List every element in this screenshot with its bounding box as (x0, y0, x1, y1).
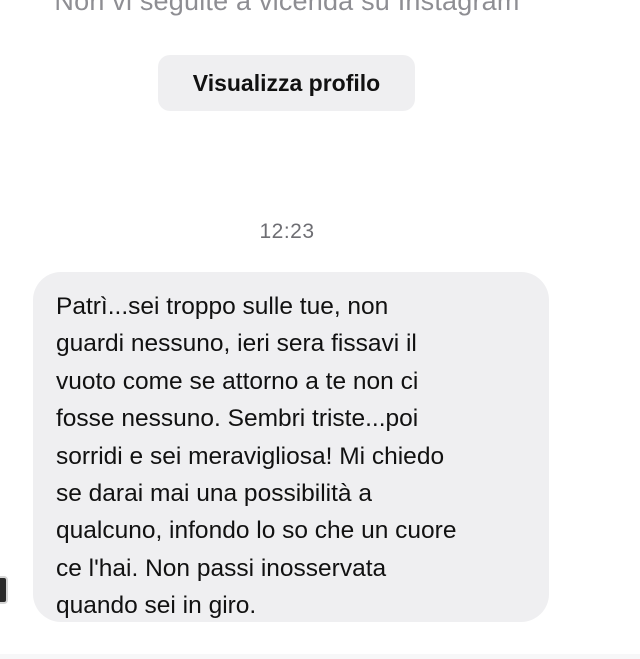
message-line: fosse nessuno. Sembri triste...poi (56, 405, 419, 433)
follow-status-note: Non vi seguite a vicenda su Instagram (54, 0, 520, 16)
dm-thread: Non vi seguite a vicenda su Instagram Vi… (0, 0, 640, 659)
sender-avatar[interactable] (0, 576, 8, 604)
message-line: quando sei in giro. (56, 592, 257, 620)
message-line: ce l'hai. Non passi inosservata (56, 554, 387, 582)
message-line: guardi nessuno, ieri sera fissavi il (56, 330, 417, 358)
message-line: Patrì...sei troppo sulle tue, non (56, 293, 389, 320)
message-line: sorridi e sei meravigliosa! Mi chiedo (56, 442, 445, 470)
received-message-bubble[interactable]: Patrì...sei troppo sulle tue, non guardi… (33, 272, 549, 622)
view-profile-button[interactable]: Visualizza profilo (158, 55, 415, 111)
message-line: se darai mai una possibilità a (56, 480, 372, 508)
message-line: qualcuno, infondo lo so che un cuore (56, 517, 457, 545)
message-timestamp: 12:23 (259, 220, 315, 243)
message-line: vuoto come se attorno a te non ci (56, 367, 419, 395)
bottom-edge (0, 654, 640, 659)
message-text: Patrì...sei troppo sulle tue, non guardi… (56, 288, 529, 625)
